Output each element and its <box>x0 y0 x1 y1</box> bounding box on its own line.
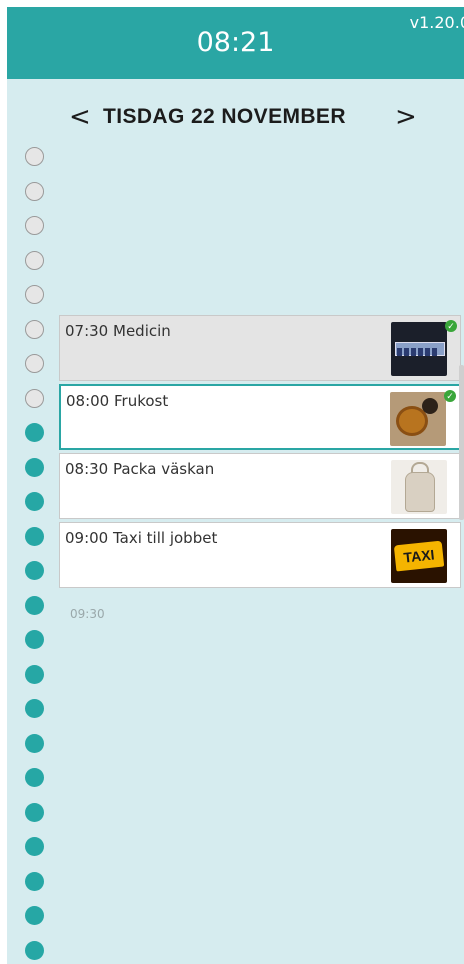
timeline-dot-future <box>25 733 44 753</box>
app-version: v1.20.0 <box>409 13 464 32</box>
completed-check-icon: ✓ <box>445 320 457 332</box>
timeline-dot-future <box>25 906 44 925</box>
backpack-icon <box>391 460 447 514</box>
timeline-dot-future <box>25 526 44 546</box>
timeline-dot-future <box>25 561 44 580</box>
timeline-dot-past <box>25 319 44 339</box>
timeline-dot-past <box>25 285 44 304</box>
timeline-dot-past <box>25 147 44 166</box>
app-header: 08:21 v1.20.0 <box>7 7 464 79</box>
event-item-medicin[interactable]: 07:30 Medicin ✓ <box>59 315 461 381</box>
taxi-sign: TAXI <box>393 540 445 572</box>
event-item-taxi[interactable]: 09:00 Taxi till jobbet TAXI <box>59 522 461 588</box>
timeline-dot-future <box>25 802 44 822</box>
timeline-dot-future <box>25 699 44 718</box>
timeline-dot-future <box>25 492 44 511</box>
previous-day-button[interactable]: < <box>69 99 91 135</box>
timeline-dot-future <box>25 595 44 615</box>
event-title: 07:30 Medicin <box>65 322 171 340</box>
event-item-frukost[interactable]: 08:00 Frukost ✓ <box>59 384 461 450</box>
timeline-dot-future <box>25 768 44 787</box>
timeline-dot-future <box>25 423 44 442</box>
timeline-dot-future <box>25 940 44 960</box>
current-time: 08:21 <box>196 27 275 58</box>
timeline-dot-future <box>25 871 44 891</box>
next-day-button[interactable]: > <box>395 99 417 135</box>
event-title: 08:30 Packa väskan <box>65 460 215 478</box>
scrollbar[interactable] <box>459 365 464 520</box>
timeline-dot-future <box>25 457 44 477</box>
day-planner-app: 08:21 v1.20.0 < TISDAG 22 NOVEMBER > 07:… <box>7 7 464 964</box>
pillbox-icon <box>391 322 447 376</box>
timeline-dot-past <box>25 388 44 408</box>
event-list: 07:30 Medicin ✓ 08:00 Frukost ✓ 08:30 Pa… <box>59 315 461 591</box>
date-navigation: < TISDAG 22 NOVEMBER > <box>7 99 464 135</box>
event-title: 09:00 Taxi till jobbet <box>65 529 218 547</box>
timeline-dot-future <box>25 664 44 684</box>
timeline-dot-future <box>25 630 44 649</box>
breakfast-icon <box>390 392 446 446</box>
taxi-icon: TAXI <box>391 529 447 583</box>
event-title: 08:00 Frukost <box>66 392 169 410</box>
event-item-packa-vaskan[interactable]: 08:30 Packa väskan <box>59 453 461 519</box>
completed-check-icon: ✓ <box>444 390 456 402</box>
timeline-dot-past <box>25 354 44 373</box>
timeline-dot-future <box>25 837 44 856</box>
timeline-dot-past <box>25 250 44 270</box>
end-time-label: 09:30 <box>70 607 105 621</box>
timeline-dot-past <box>25 216 44 235</box>
timeline-dots <box>25 147 44 964</box>
current-date: TISDAG 22 NOVEMBER <box>103 105 346 128</box>
timeline-dot-past <box>25 181 44 201</box>
